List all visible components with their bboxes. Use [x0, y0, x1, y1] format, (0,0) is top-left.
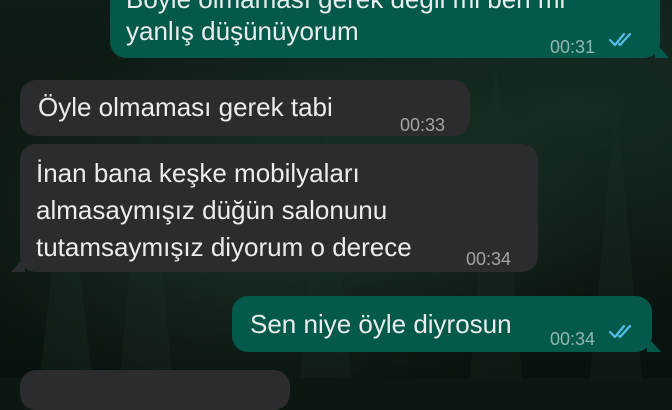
double-check-icon [608, 324, 632, 339]
message-bubble-incoming[interactable]: İnan bana keşke mobilyaları almasaymışız… [11, 144, 538, 272]
bubble-tail [655, 42, 669, 58]
message-text-line: yanlış düşünüyorum [126, 16, 359, 46]
message-time: 00:34 [466, 249, 512, 269]
bubble-tail [11, 256, 25, 272]
message-text-line: almasaymışız düğün salonunu [36, 195, 388, 225]
bubble-tail [647, 336, 661, 352]
message-time: 00:33 [400, 115, 446, 135]
message-time: 00:31 [550, 37, 596, 57]
message-bubble-outgoing[interactable]: Sen niye öyle diyrosun 00:34 [232, 296, 661, 352]
message-time: 00:34 [550, 329, 596, 349]
double-check-icon [608, 32, 632, 47]
message-text-line: İnan bana keşke mobilyaları [36, 158, 360, 188]
message-bubble-outgoing[interactable]: Böyle olmaması gerek değil mi ben mi yan… [110, 0, 669, 58]
message-text: Öyle olmaması gerek tabi [38, 92, 333, 122]
message-bubble-incoming[interactable]: Öyle olmaması gerek tabi 00:33 [20, 80, 470, 136]
message-bubble-incoming-partial[interactable] [20, 370, 290, 410]
message-text-line: tutamsaymışız diyorum o derece [36, 232, 412, 262]
message-text: Sen niye öyle diyrosun [250, 309, 512, 339]
